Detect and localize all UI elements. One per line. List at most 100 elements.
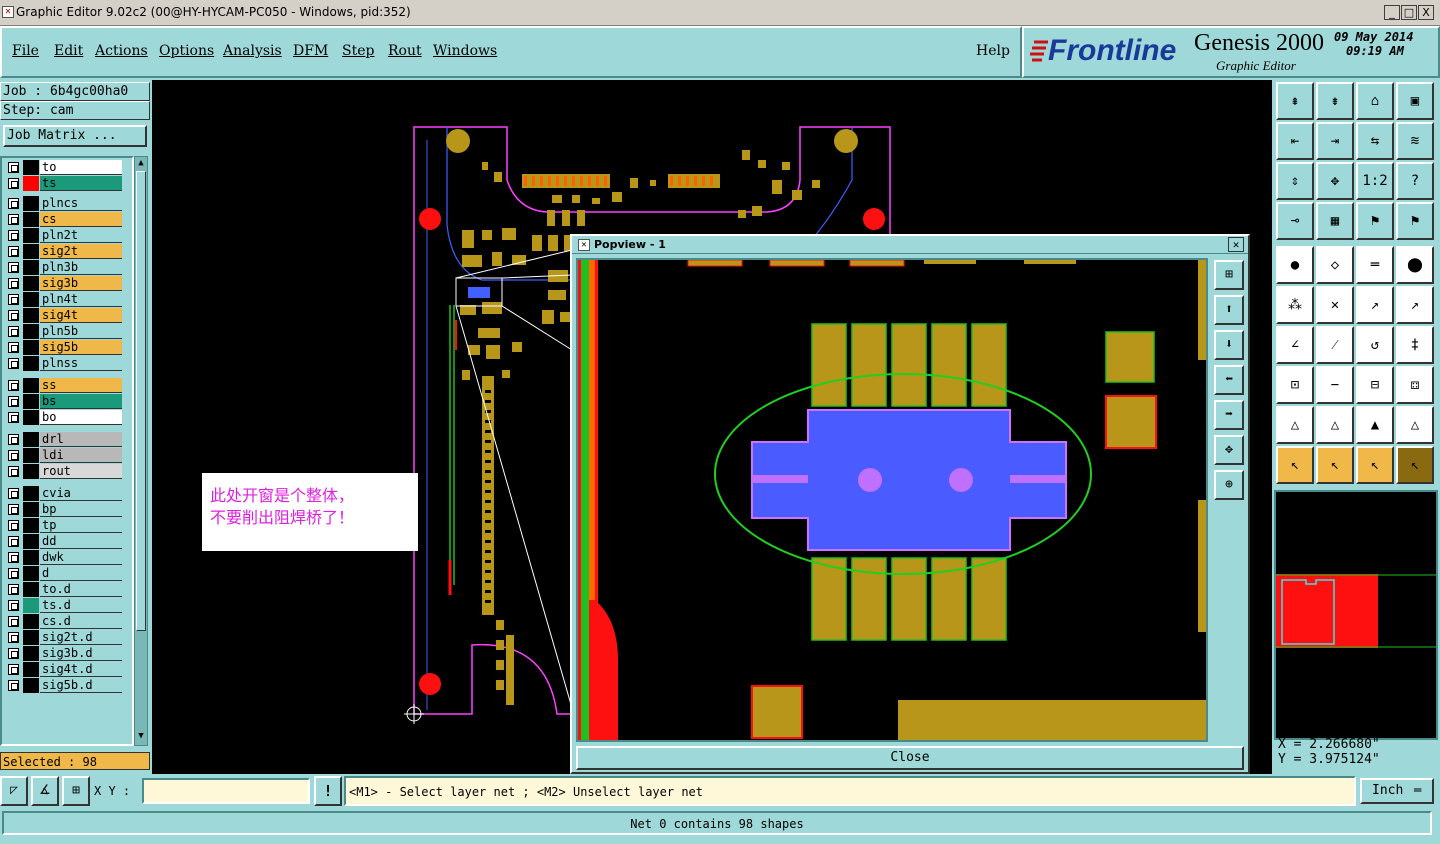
layer-checkbox[interactable] <box>8 520 19 531</box>
menu-help[interactable]: Help <box>976 43 1010 59</box>
pad-icon[interactable]: ● <box>1276 246 1314 284</box>
layer-name[interactable]: ts <box>40 176 122 191</box>
layer-checkbox[interactable] <box>8 616 19 627</box>
layer-checkbox[interactable] <box>8 450 19 461</box>
slash-icon[interactable]: ⁄ <box>1316 326 1354 364</box>
job-matrix-button[interactable]: Job Matrix ... <box>3 125 147 147</box>
connect-icon[interactable]: ⁂ <box>1276 286 1314 324</box>
maximize-button[interactable]: □ <box>1401 5 1417 20</box>
scroll-up-icon[interactable]: ▲ <box>136 158 146 168</box>
scale-icon[interactable]: 1:2 <box>1356 162 1394 200</box>
group-icon[interactable]: ⚃ <box>1396 366 1434 404</box>
layer-checkbox[interactable] <box>8 536 19 547</box>
layer-name[interactable]: pln3b <box>40 260 122 275</box>
layer-color-swatch[interactable] <box>23 598 39 613</box>
layer-row-ldi[interactable]: ldi <box>6 448 122 463</box>
layer-checkbox[interactable] <box>8 648 19 659</box>
layer-color-swatch[interactable] <box>23 550 39 565</box>
split-icon[interactable]: ‡ <box>1396 326 1434 364</box>
shape-icon[interactable]: ◇ <box>1316 246 1354 284</box>
layer-color-swatch[interactable] <box>23 196 39 211</box>
cross-icon[interactable]: ✕ <box>1316 286 1354 324</box>
layer-row-pln3b[interactable]: pln3b <box>6 260 122 275</box>
popview-left-icon[interactable]: ⬅ <box>1214 365 1244 395</box>
layer-checkbox[interactable] <box>8 504 19 515</box>
layer-color-swatch[interactable] <box>23 378 39 393</box>
layer-name[interactable]: pln5b <box>40 324 122 339</box>
layer-row-cs[interactable]: cs <box>6 212 122 227</box>
layer-checkbox[interactable] <box>8 466 19 477</box>
home-icon[interactable]: ⌂ <box>1356 82 1394 120</box>
layer-row-ss[interactable]: ss <box>6 378 122 393</box>
tri-sel-icon[interactable]: △ <box>1396 406 1434 444</box>
layer-color-swatch[interactable] <box>23 160 39 175</box>
layer-color-swatch[interactable] <box>23 410 39 425</box>
zoom-window-icon[interactable]: ◸ <box>0 776 28 806</box>
pointer-active-icon[interactable]: ↖ <box>1396 446 1434 484</box>
layer-name[interactable]: drl <box>40 432 122 447</box>
snap-icon[interactable]: ⊡ <box>1276 366 1314 404</box>
layer-name[interactable]: sig5b <box>40 340 122 355</box>
layer-row-sig2t[interactable]: sig2t <box>6 244 122 259</box>
menu-step[interactable]: Step <box>342 43 374 59</box>
pointer-circle-icon[interactable]: ↖ <box>1356 446 1394 484</box>
popview-zoom-in-icon[interactable]: ⊞ <box>1214 260 1244 290</box>
menu-options[interactable]: Options <box>159 43 214 59</box>
scroll-down-icon[interactable]: ▼ <box>136 731 146 741</box>
layer-color-swatch[interactable] <box>23 212 39 227</box>
close-window-button[interactable]: X <box>1418 5 1434 20</box>
menu-windows[interactable]: Windows <box>433 43 497 59</box>
tri-up-icon[interactable]: ▲ <box>1356 406 1394 444</box>
help-icon[interactable]: ? <box>1396 162 1434 200</box>
layer-color-swatch[interactable] <box>23 502 39 517</box>
alert-icon[interactable]: ! <box>314 776 342 806</box>
layer-checkbox[interactable] <box>8 552 19 563</box>
layer-name[interactable]: ldi <box>40 448 122 463</box>
layer-name[interactable]: to.d <box>40 582 122 597</box>
popview-down-icon[interactable]: ⬇ <box>1214 330 1244 360</box>
layer-color-swatch[interactable] <box>23 356 39 371</box>
layer-name[interactable]: sig4t.d <box>40 662 122 677</box>
layer-row-to-d[interactable]: to.d <box>6 582 122 597</box>
layer-checkbox[interactable] <box>8 178 19 189</box>
window-icon[interactable]: ▣ <box>1396 82 1434 120</box>
popview-fit-icon[interactable]: ✥ <box>1214 435 1244 465</box>
layer-color-swatch[interactable] <box>23 486 39 501</box>
grid-icon[interactable]: ▦ <box>1316 202 1354 240</box>
layer-name[interactable]: sig4t <box>40 308 122 323</box>
layer-name[interactable]: plncs <box>40 196 122 211</box>
layer-checkbox[interactable] <box>8 434 19 445</box>
layer-checkbox[interactable] <box>8 664 19 675</box>
layer-row-drl[interactable]: drl <box>6 432 122 447</box>
layer-checkbox[interactable] <box>8 342 19 353</box>
layer-checkbox[interactable] <box>8 230 19 241</box>
layer-name[interactable]: sig5b.d <box>40 678 122 693</box>
layer-name[interactable]: ss <box>40 378 122 393</box>
layer-name[interactable]: dwk <box>40 550 122 565</box>
layer-color-swatch[interactable] <box>23 244 39 259</box>
measure-icon[interactable]: ⊸ <box>1276 202 1314 240</box>
layer-checkbox[interactable] <box>8 396 19 407</box>
ruler-icon[interactable]: ═ <box>1356 246 1394 284</box>
layer-color-swatch[interactable] <box>23 260 39 275</box>
layer-color-swatch[interactable] <box>23 228 39 243</box>
layer-row-pln5b[interactable]: pln5b <box>6 324 122 339</box>
pointer-icon[interactable]: ↖ <box>1276 446 1314 484</box>
layer-checkbox[interactable] <box>8 214 19 225</box>
layer-color-swatch[interactable] <box>23 464 39 479</box>
layer-scrollbar[interactable]: ▲ ▼ <box>134 156 148 746</box>
measure-icon[interactable]: ∡ <box>31 776 59 806</box>
xy-input[interactable] <box>142 778 310 804</box>
layer-row-tp[interactable]: tp <box>6 518 122 533</box>
layer-name[interactable]: sig2t.d <box>40 630 122 645</box>
layer-checkbox[interactable] <box>8 380 19 391</box>
layer-row-sig4t[interactable]: sig4t <box>6 308 122 323</box>
layer-name[interactable]: d <box>40 566 122 581</box>
layer-checkbox[interactable] <box>8 326 19 337</box>
layer-row-cs-d[interactable]: cs.d <box>6 614 122 629</box>
layer-row-pln2t[interactable]: pln2t <box>6 228 122 243</box>
layer-checkbox[interactable] <box>8 262 19 273</box>
layer-row-sig3b[interactable]: sig3b <box>6 276 122 291</box>
layer-checkbox[interactable] <box>8 294 19 305</box>
layer-color-swatch[interactable] <box>23 394 39 409</box>
